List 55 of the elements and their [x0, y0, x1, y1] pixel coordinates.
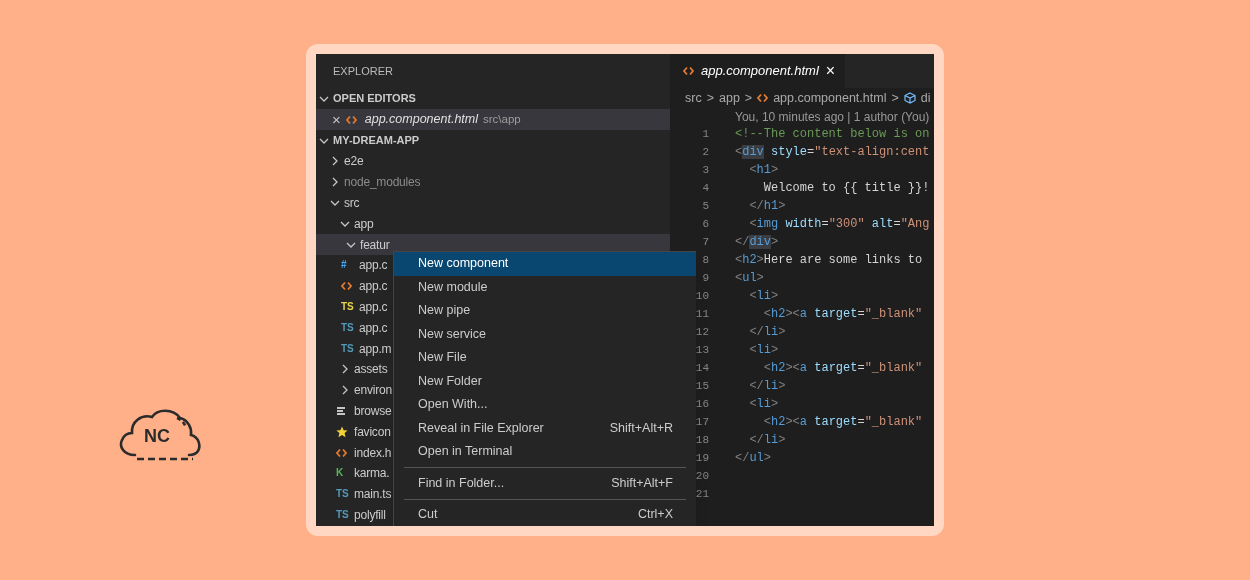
code-line: </div>: [735, 234, 779, 251]
code-line: </li>: [748, 432, 786, 449]
code-line: <h2><a target="_blank": [762, 360, 923, 377]
line-number: 1: [701, 126, 710, 142]
breadcrumb-separator: >: [744, 89, 753, 107]
line-number: 10: [694, 288, 710, 304]
file-type-icon: #: [341, 260, 347, 271]
code-line: Welcome to {{ title }}!: [762, 180, 930, 197]
code-line: <div style="text-align:cent: [735, 144, 930, 161]
code-line: <ul>: [735, 270, 764, 287]
line-number: 7: [701, 234, 710, 250]
line-number: 12: [694, 324, 710, 340]
code-line: <!--The content below is on: [735, 126, 930, 143]
line-number: 8: [701, 252, 710, 268]
code-line: <li>: [748, 396, 779, 413]
file-type-icon: K: [336, 468, 344, 479]
code-line: </li>: [748, 324, 786, 341]
line-number: 15: [694, 378, 710, 394]
file-name: app.component.html: [364, 111, 479, 129]
line-number: 16: [694, 396, 710, 412]
line-number: 6: [701, 216, 710, 232]
code-line: <h2>Here are some links to: [735, 252, 923, 269]
file-type-icon: TS: [341, 301, 354, 312]
file-type-icon: TS: [336, 509, 349, 520]
line-number: 14: [694, 360, 710, 376]
line-number: 21: [694, 486, 710, 502]
line-number: 18: [694, 432, 710, 448]
code-line: <li>: [748, 288, 779, 305]
line-number: 4: [701, 180, 710, 196]
file-type-icon: TS: [341, 322, 354, 333]
line-number: 13: [694, 342, 710, 358]
code-line: </ul>: [735, 450, 771, 467]
line-number: 3: [701, 162, 710, 178]
line-number: 17: [694, 414, 710, 430]
code-line: </li>: [748, 378, 786, 395]
line-number: 5: [701, 198, 710, 214]
code-line: <li>: [748, 342, 779, 359]
line-number: 19: [694, 450, 710, 466]
logo-text: NC: [144, 427, 170, 445]
breadcrumb-separator: >: [891, 89, 899, 107]
code-line: <h2><a target="_blank": [762, 414, 923, 431]
line-number: 11: [694, 306, 710, 322]
panel-title: EXPLORER: [332, 63, 394, 79]
breadcrumb-separator: >: [706, 89, 714, 107]
code-line: <h2><a target="_blank": [762, 306, 923, 323]
file-path: src\app: [483, 111, 521, 127]
file-type-icon: TS: [336, 489, 349, 500]
line-number: 9: [701, 270, 710, 286]
code-line: </h1>: [748, 198, 786, 215]
code-line: <h1>: [748, 162, 779, 179]
line-number: 2: [701, 144, 710, 160]
blame-annotation: You, 10 minutes ago | 1 author (You): [734, 108, 931, 125]
line-number: 20: [694, 468, 710, 484]
file-type-icon: TS: [341, 343, 354, 354]
code-line: <img width="300" alt="Ang: [748, 216, 930, 233]
